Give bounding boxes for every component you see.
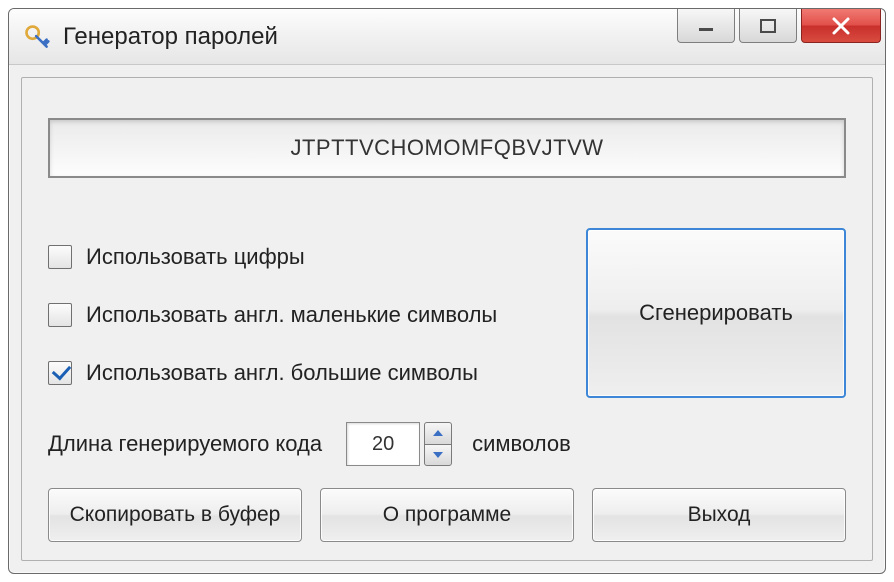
minimize-button[interactable]: [677, 9, 735, 43]
generate-button[interactable]: Сгенерировать: [586, 228, 846, 398]
close-button[interactable]: [801, 9, 881, 43]
checkbox-use-uppercase[interactable]: Использовать англ. большие символы: [48, 344, 568, 402]
window-title: Генератор паролей: [63, 23, 278, 51]
button-label: Выход: [688, 503, 751, 527]
checkbox-label: Использовать англ. маленькие символы: [86, 302, 497, 328]
spinner-up-button[interactable]: [424, 422, 452, 444]
options-group: Использовать цифры Использовать англ. ма…: [48, 228, 568, 402]
copy-button[interactable]: Скопировать в буфер: [48, 488, 302, 542]
length-label: Длина генерируемого кода: [48, 431, 322, 457]
button-label: Сгенерировать: [639, 300, 793, 326]
checkbox-use-digits[interactable]: Использовать цифры: [48, 228, 568, 286]
length-row: Длина генерируемого кода 20 символов: [48, 420, 846, 468]
about-button[interactable]: О программе: [320, 488, 574, 542]
button-label: Скопировать в буфер: [70, 503, 281, 527]
spinner-down-button[interactable]: [424, 444, 452, 467]
length-suffix: символов: [472, 431, 571, 457]
app-window: Генератор паролей JTPTTVCHOMOMFQBVJTVW И…: [8, 8, 886, 574]
button-label: О программе: [383, 503, 511, 527]
checkbox-icon: [48, 245, 72, 269]
checkbox-use-lowercase[interactable]: Использовать англ. маленькие символы: [48, 286, 568, 344]
checkbox-icon: [48, 361, 72, 385]
maximize-button[interactable]: [739, 9, 797, 43]
checkbox-label: Использовать цифры: [86, 244, 305, 270]
checkbox-icon: [48, 303, 72, 327]
client-area: JTPTTVCHOMOMFQBVJTVW Использовать цифры …: [21, 77, 873, 561]
exit-button[interactable]: Выход: [592, 488, 846, 542]
checkbox-label: Использовать англ. большие символы: [86, 360, 478, 386]
bottom-buttons: Скопировать в буфер О программе Выход: [48, 488, 846, 542]
length-spinner: [424, 422, 452, 466]
titlebar: Генератор паролей: [9, 9, 885, 65]
window-controls: [677, 9, 881, 43]
length-input[interactable]: 20: [346, 422, 420, 466]
password-output[interactable]: JTPTTVCHOMOMFQBVJTVW: [48, 118, 846, 178]
key-icon: [23, 23, 51, 51]
